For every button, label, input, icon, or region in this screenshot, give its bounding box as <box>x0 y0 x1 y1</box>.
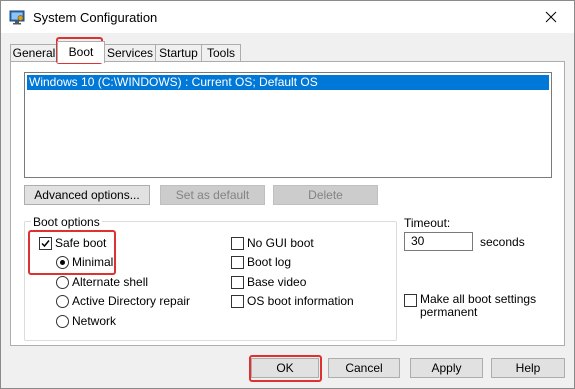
os-list[interactable]: Windows 10 (C:\WINDOWS) : Current OS; De… <box>24 72 552 178</box>
window-title: System Configuration <box>33 10 158 25</box>
checkbox-box <box>231 237 244 250</box>
tab-startup[interactable]: Startup <box>155 44 202 62</box>
set-as-default-button[interactable]: Set as default <box>160 185 265 205</box>
radio-active-directory-repair-label: Active Directory repair <box>72 294 191 308</box>
make-permanent-label: Make all boot settings permanent <box>420 293 536 319</box>
delete-button[interactable]: Delete <box>273 185 378 205</box>
checkbox-box <box>404 294 417 307</box>
msconfig-icon <box>9 9 25 25</box>
radio-minimal-label: Minimal <box>72 255 114 269</box>
tab-boot[interactable]: Boot <box>57 41 105 63</box>
safe-boot-label: Safe boot <box>55 236 107 250</box>
no-gui-boot-label: No GUI boot <box>247 236 314 250</box>
system-configuration-window: System Configuration General Boot Servic… <box>0 0 575 389</box>
close-icon <box>545 11 557 23</box>
os-boot-information-label: OS boot information <box>247 294 354 308</box>
apply-button[interactable]: Apply <box>410 358 483 378</box>
seconds-label: seconds <box>480 235 525 249</box>
radio-alternate-shell-label: Alternate shell <box>72 275 149 289</box>
checkmark-icon <box>41 240 50 248</box>
make-permanent-label-line1: Make all boot settings <box>420 292 537 306</box>
advanced-options-button[interactable]: Advanced options... <box>24 185 150 205</box>
radio-circle <box>56 315 69 328</box>
timeout-input[interactable]: 30 <box>404 232 473 251</box>
tab-general[interactable]: General <box>10 44 58 62</box>
ok-button[interactable]: OK <box>251 358 319 378</box>
checkbox-box <box>39 237 52 250</box>
radio-network-label: Network <box>72 314 117 328</box>
tab-services[interactable]: Services <box>104 44 156 62</box>
os-list-item[interactable]: Windows 10 (C:\WINDOWS) : Current OS; De… <box>27 75 549 90</box>
make-permanent-label-line2: permanent <box>420 305 478 319</box>
cancel-button[interactable]: Cancel <box>328 358 400 378</box>
radio-circle <box>56 276 69 289</box>
checkbox-box <box>231 276 244 289</box>
radio-selected-dot <box>60 260 65 265</box>
radio-circle <box>56 295 69 308</box>
help-button[interactable]: Help <box>491 358 565 378</box>
boot-log-label: Boot log <box>247 255 292 269</box>
close-button[interactable] <box>528 1 574 33</box>
base-video-label: Base video <box>247 275 307 289</box>
radio-circle <box>56 256 69 269</box>
checkbox-box <box>231 295 244 308</box>
title-bar[interactable]: System Configuration <box>1 1 574 33</box>
checkbox-box <box>231 256 244 269</box>
timeout-label: Timeout: <box>404 216 451 230</box>
boot-options-label: Boot options <box>31 215 102 229</box>
tab-tools[interactable]: Tools <box>201 44 241 62</box>
